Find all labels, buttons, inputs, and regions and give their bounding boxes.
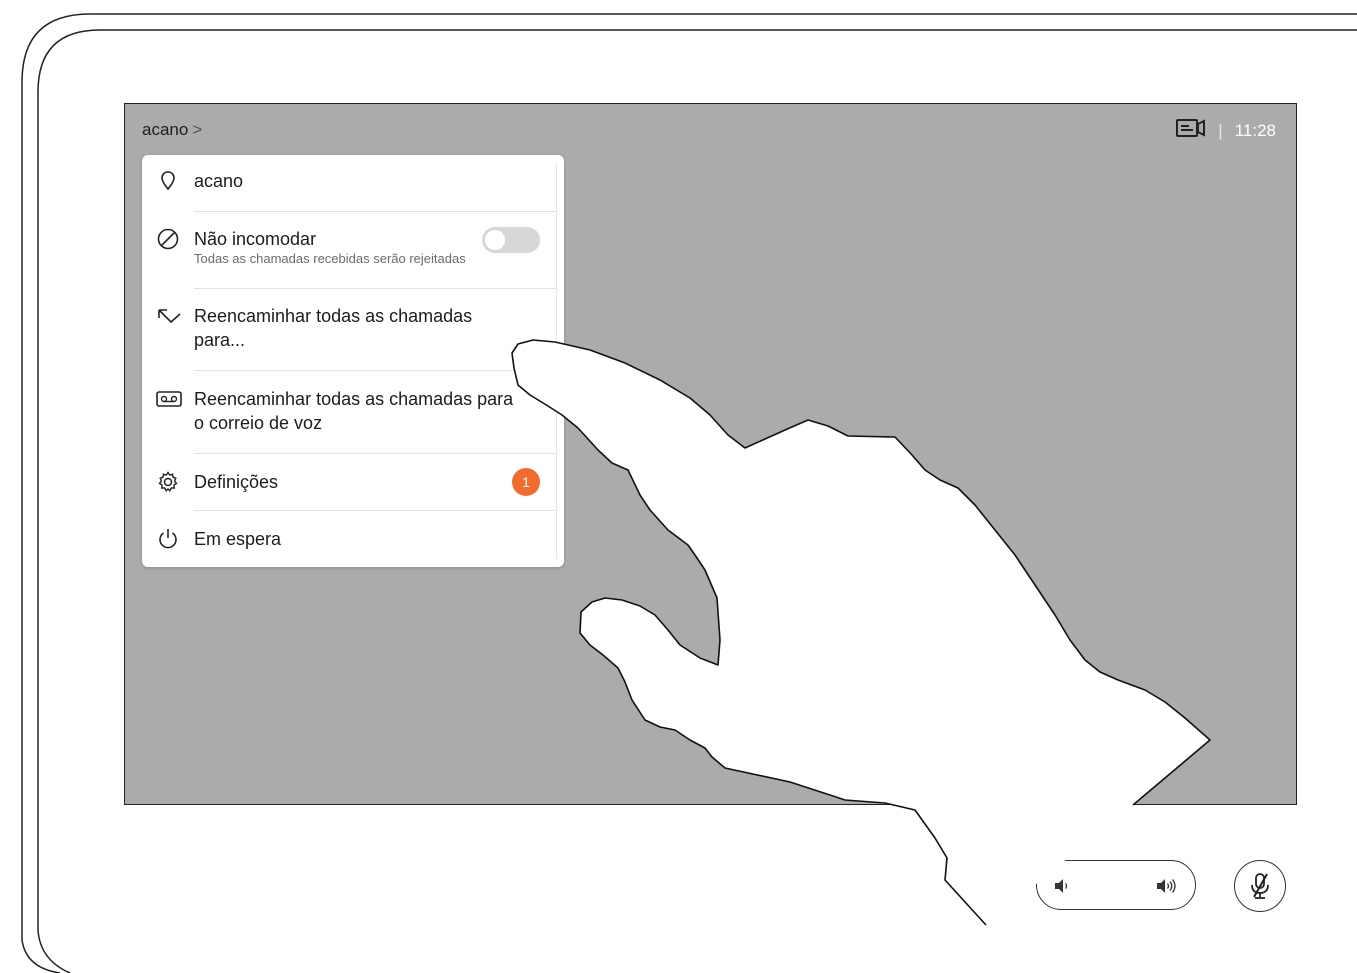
- microphone-muted-icon: [1247, 872, 1273, 905]
- menu-item-forward-calls[interactable]: Reencaminhar todas as chamadas para...: [142, 304, 556, 356]
- scrollbar[interactable]: [556, 163, 557, 559]
- menu-item-text: Não incomodar Todas as chamadas recebida…: [194, 227, 466, 267]
- gear-icon: [156, 470, 180, 494]
- menu-item-label-line2: para...: [194, 330, 246, 350]
- menu-item-standby[interactable]: Em espera: [142, 527, 556, 555]
- screen-layout-icon[interactable]: [1176, 118, 1206, 143]
- mute-button[interactable]: [1234, 860, 1286, 912]
- menu-item-label: Não incomodar: [194, 229, 317, 249]
- call-forward-icon: [156, 304, 181, 328]
- menu-item-system-name[interactable]: acano: [142, 169, 556, 197]
- do-not-disturb-toggle[interactable]: [482, 227, 540, 253]
- menu-item-settings[interactable]: Definições: [142, 470, 556, 498]
- volume-control[interactable]: [1036, 860, 1196, 910]
- divider: [194, 510, 556, 511]
- system-name: acano: [142, 120, 189, 139]
- toggle-knob: [485, 230, 505, 250]
- separator: |: [1218, 120, 1223, 140]
- menu-item-text: Reencaminhar todas as chamadas para o co…: [194, 387, 513, 435]
- voicemail-icon: [156, 387, 182, 411]
- clock: 11:28: [1234, 120, 1276, 140]
- notification-badge: 1: [512, 468, 540, 496]
- power-icon: [156, 527, 180, 551]
- divider: [194, 211, 556, 212]
- menu-item-label-line1: Reencaminhar todas as chamadas para: [194, 389, 514, 409]
- device-screen: acano > | 11:28 acano Não incomodar Toda…: [124, 103, 1297, 805]
- volume-down-icon[interactable]: [1051, 875, 1073, 897]
- chevron-right-icon: >: [192, 120, 203, 139]
- menu-item-label-line1: Reencaminhar todas as chamadas: [194, 306, 473, 326]
- divider: [194, 453, 556, 454]
- menu-item-label: Em espera: [194, 529, 282, 549]
- menu-item-text: Reencaminhar todas as chamadas para...: [194, 304, 472, 352]
- divider: [194, 370, 556, 371]
- menu-item-sublabel: Todas as chamadas recebidas serão rejeit…: [194, 251, 466, 266]
- menu-item-label: acano: [194, 171, 244, 191]
- status-area: | 11:28: [1176, 118, 1276, 143]
- breadcrumb[interactable]: acano >: [142, 120, 202, 140]
- menu-item-label-line2: o correio de voz: [194, 413, 323, 433]
- menu-item-label: Definições: [194, 472, 279, 492]
- do-not-disturb-icon: [156, 227, 180, 251]
- divider: [194, 288, 556, 289]
- settings-menu: acano Não incomodar Todas as chamadas re…: [142, 155, 564, 567]
- menu-item-forward-voicemail[interactable]: Reencaminhar todas as chamadas para o co…: [142, 387, 556, 439]
- location-pin-icon: [156, 169, 180, 193]
- volume-up-icon[interactable]: [1155, 875, 1181, 897]
